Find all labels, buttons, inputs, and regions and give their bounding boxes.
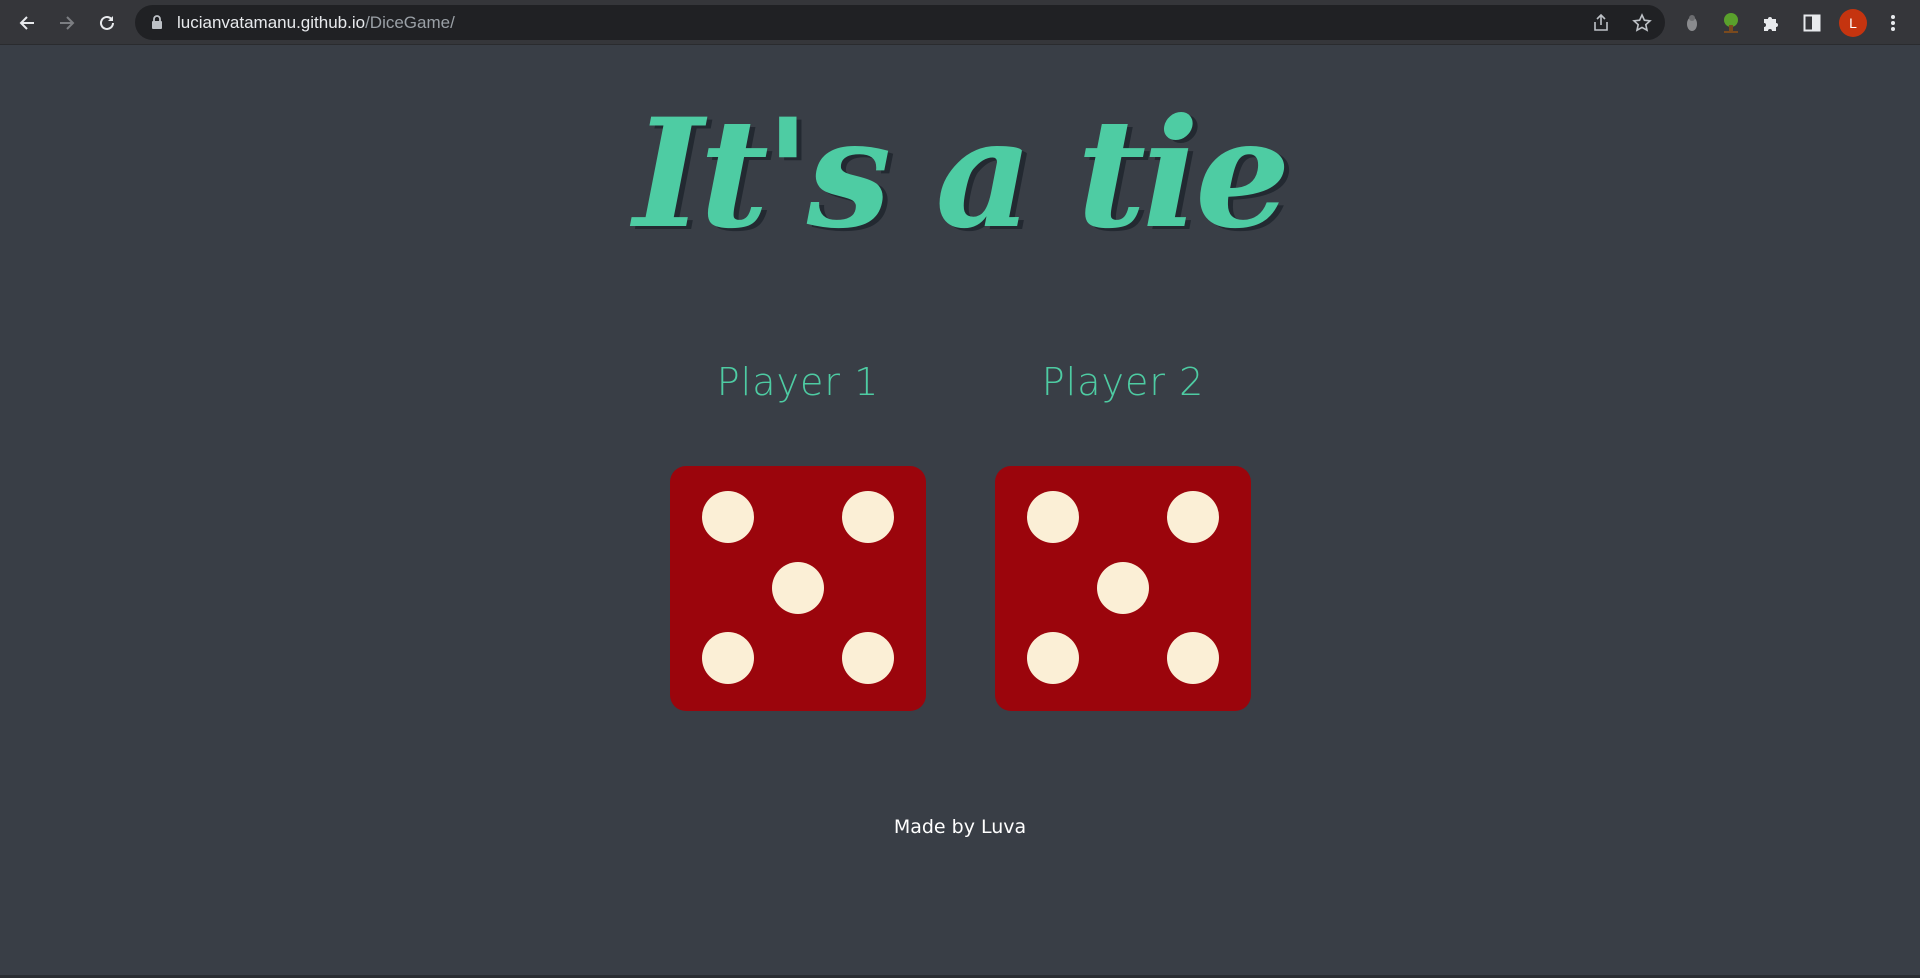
footer-credit: Made by Luva <box>893 816 1027 838</box>
puzzle-icon[interactable] <box>1758 10 1784 36</box>
side-panel-icon[interactable] <box>1799 10 1825 36</box>
back-arrow-icon[interactable] <box>12 8 42 38</box>
forward-arrow-icon[interactable] <box>52 8 82 38</box>
die-pip <box>772 562 824 614</box>
url-host: lucianvatamanu.github.io <box>177 13 366 32</box>
browser-toolbar: lucianvatamanu.github.io/DiceGame/ L <box>0 0 1920 45</box>
kebab-menu-icon[interactable] <box>1880 10 1906 36</box>
die-pip <box>702 632 754 684</box>
reload-icon[interactable] <box>92 8 122 38</box>
die-pip <box>1027 632 1079 684</box>
url-text[interactable]: lucianvatamanu.github.io/DiceGame/ <box>177 13 455 33</box>
game-result-title: It's a tie <box>633 86 1290 262</box>
profile-initial: L <box>1849 15 1857 31</box>
die-pip <box>1167 491 1219 543</box>
lock-icon[interactable] <box>151 15 163 35</box>
extension-grey-icon[interactable] <box>1679 10 1705 36</box>
die-pip <box>842 632 894 684</box>
player-1-panel: Player 1 <box>670 360 926 711</box>
die-pip <box>842 491 894 543</box>
player-2-label: Player 2 <box>1041 360 1205 404</box>
address-bar[interactable]: lucianvatamanu.github.io/DiceGame/ <box>135 5 1665 40</box>
tree-extension-icon[interactable] <box>1718 10 1744 36</box>
player-1-label: Player 1 <box>716 360 880 404</box>
die-pip <box>1027 491 1079 543</box>
player-2-panel: Player 2 <box>995 360 1251 711</box>
player-1-die <box>670 466 926 711</box>
share-icon[interactable] <box>1590 12 1612 34</box>
url-path: /DiceGame/ <box>365 13 455 32</box>
die-pip <box>1167 632 1219 684</box>
profile-avatar[interactable]: L <box>1839 9 1867 37</box>
die-pip <box>702 491 754 543</box>
die-pip <box>1097 562 1149 614</box>
player-2-die <box>995 466 1251 711</box>
star-icon[interactable] <box>1631 12 1653 34</box>
